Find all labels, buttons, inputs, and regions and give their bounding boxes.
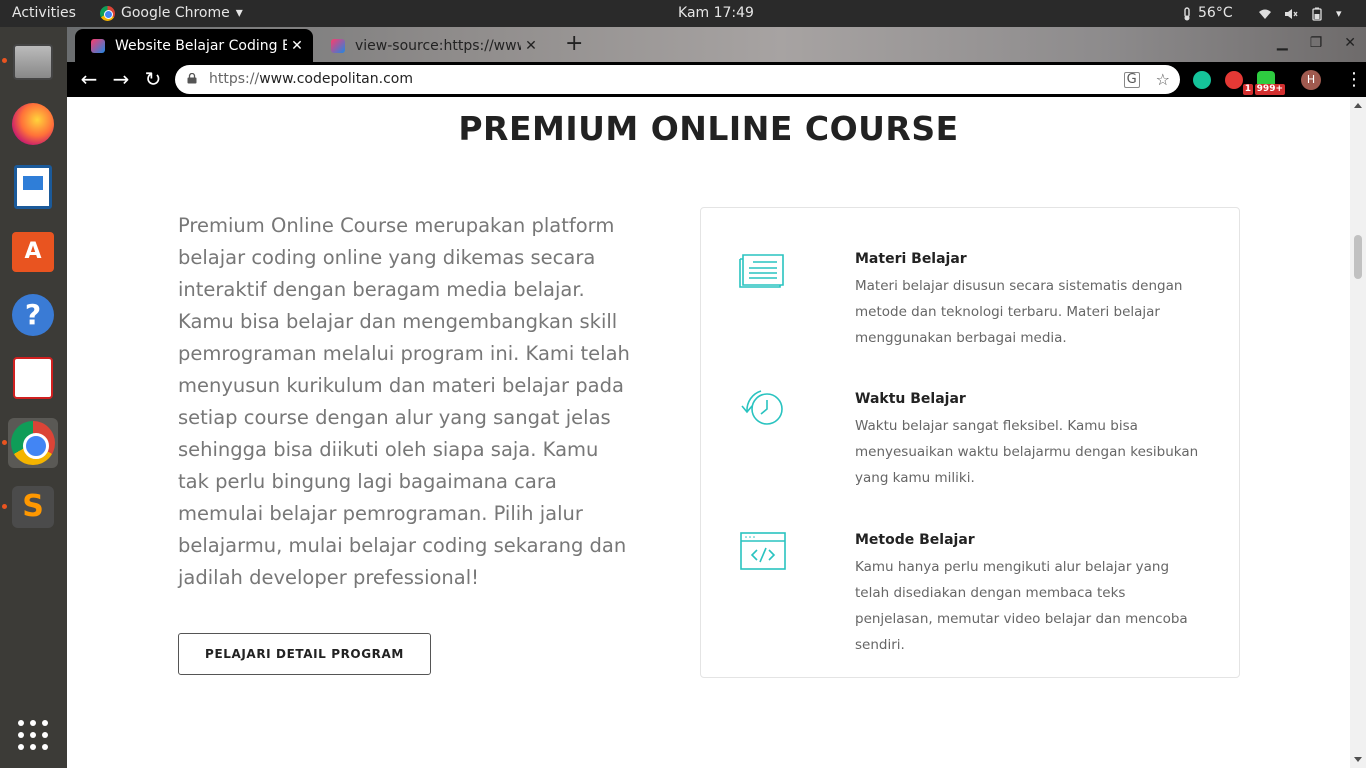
tab-title: Website Belajar Coding B — [115, 37, 287, 54]
browser-toolbar: ← → ↻ https://www.codepolitan.com G ☆ 1 … — [67, 62, 1366, 97]
show-applications-icon — [18, 720, 48, 750]
omnibox-actions: G ☆ — [1123, 65, 1170, 94]
volume-muted-icon — [1285, 8, 1298, 19]
minimize-icon[interactable]: ▁ — [1277, 35, 1288, 51]
document-lines-icon — [739, 254, 784, 288]
firefox-icon — [12, 103, 54, 145]
wifi-icon — [1259, 9, 1271, 19]
new-tab-button[interactable]: + — [565, 31, 583, 56]
clock[interactable]: Kam 17:49 — [0, 0, 1366, 27]
reload-icon: ↻ — [144, 67, 162, 91]
page-content: PREMIUM ONLINE COURSE Premium Online Cou… — [67, 97, 1350, 768]
software-center-icon: A — [12, 232, 54, 272]
running-indicator — [2, 58, 7, 63]
thermometer-icon — [1184, 6, 1190, 20]
dock-libreoffice-writer[interactable] — [8, 162, 58, 212]
arrow-right-icon: → — [112, 67, 130, 91]
close-icon[interactable]: ✕ — [521, 38, 541, 54]
translate-icon[interactable]: G — [1123, 71, 1140, 88]
sublime-text-icon: S — [12, 486, 54, 528]
page-scrollbar[interactable] — [1350, 97, 1366, 768]
profile-avatar[interactable]: H — [1301, 69, 1321, 90]
show-applications-button[interactable] — [8, 710, 58, 760]
restore-icon[interactable]: ❐ — [1310, 35, 1323, 51]
system-top-bar: Activities Google Chrome ▾ Kam 17:49 56°… — [0, 0, 1366, 27]
close-icon[interactable]: ✕ — [287, 38, 307, 54]
feature-description: Kamu hanya perlu mengikuti alur belajar … — [855, 559, 1188, 653]
battery-icon — [1312, 7, 1322, 21]
forward-button[interactable]: → — [107, 62, 135, 97]
address-bar[interactable]: https://www.codepolitan.com G ☆ — [175, 65, 1180, 94]
intro-paragraph: Premium Online Course merupakan platform… — [178, 214, 630, 589]
close-window-icon[interactable]: ✕ — [1344, 35, 1356, 51]
arrow-left-icon: ← — [80, 67, 98, 91]
window-controls: ▁ ❐ ✕ — [1277, 35, 1356, 51]
detail-program-button[interactable]: PELAJARI DETAIL PROGRAM — [178, 633, 431, 675]
files-icon — [13, 44, 53, 80]
scroll-down-arrow-icon[interactable] — [1354, 757, 1362, 762]
back-button[interactable]: ← — [75, 62, 103, 97]
chrome-icon — [11, 421, 55, 465]
bookmark-star-icon[interactable]: ☆ — [1156, 70, 1170, 89]
tab-title: view-source:https://www — [355, 37, 521, 54]
feature-title: Materi Belajar — [855, 251, 967, 267]
chevron-down-icon: ▾ — [1336, 7, 1342, 20]
feature-title: Waktu Belajar — [855, 391, 966, 407]
code-window-icon — [740, 532, 786, 570]
running-indicator — [2, 440, 7, 445]
help-icon: ? — [12, 294, 54, 336]
scroll-up-arrow-icon[interactable] — [1354, 103, 1362, 108]
dock-chrome[interactable] — [8, 418, 58, 468]
dock-help[interactable]: ? — [8, 290, 58, 340]
codepolitan-favicon-icon — [91, 38, 105, 53]
feature-title: Metode Belajar — [855, 532, 975, 548]
system-tray[interactable]: ▾ — [1258, 0, 1342, 27]
grammarly-icon[interactable] — [1193, 70, 1211, 89]
dock-files[interactable] — [8, 37, 58, 87]
extensions-area: 1 999+ H ⋮ — [1193, 62, 1363, 97]
extension-badge: 999+ — [1254, 83, 1285, 95]
more-menu-icon[interactable]: ⋮ — [1345, 69, 1363, 90]
url-text: https://www.codepolitan.com — [209, 71, 413, 87]
scrollbar-thumb[interactable] — [1354, 235, 1362, 279]
feature-description: Waktu belajar sangat fleksibel. Kamu bis… — [855, 418, 1199, 486]
temperature-indicator[interactable]: 56°C — [1180, 0, 1233, 27]
temperature-value: 56°C — [1198, 5, 1233, 21]
libreoffice-writer-icon — [14, 165, 52, 209]
codepolitan-favicon-icon — [331, 38, 345, 53]
dock-software-center[interactable]: A — [8, 227, 58, 277]
tab-strip: Website Belajar Coding B ✕ view-source:h… — [67, 27, 1366, 62]
reload-button[interactable]: ↻ — [139, 62, 167, 97]
features-card: Materi Belajar Materi belajar disusun se… — [700, 207, 1240, 678]
extension-alert-icon[interactable]: 1 — [1225, 70, 1253, 95]
dock-firefox[interactable] — [8, 99, 58, 149]
chrome-window: Website Belajar Coding B ✕ view-source:h… — [67, 27, 1366, 768]
extension-badge: 1 — [1242, 83, 1253, 95]
dock-sublime-text[interactable]: S — [8, 482, 58, 532]
section-title: PREMIUM ONLINE COURSE — [458, 109, 959, 148]
feature-description: Materi belajar disusun secara sistematis… — [855, 278, 1183, 346]
document-viewer-icon — [13, 357, 53, 399]
tab-view-source[interactable]: view-source:https://www ✕ — [315, 29, 547, 62]
tab-website-belajar[interactable]: Website Belajar Coding B ✕ — [75, 29, 313, 62]
clock-refresh-icon — [741, 390, 783, 425]
running-indicator — [2, 504, 7, 509]
lock-icon — [187, 73, 197, 84]
extension-chat-icon[interactable]: 999+ — [1254, 70, 1285, 95]
dock-document-viewer[interactable] — [8, 353, 58, 403]
dock: A ? S — [0, 27, 67, 768]
